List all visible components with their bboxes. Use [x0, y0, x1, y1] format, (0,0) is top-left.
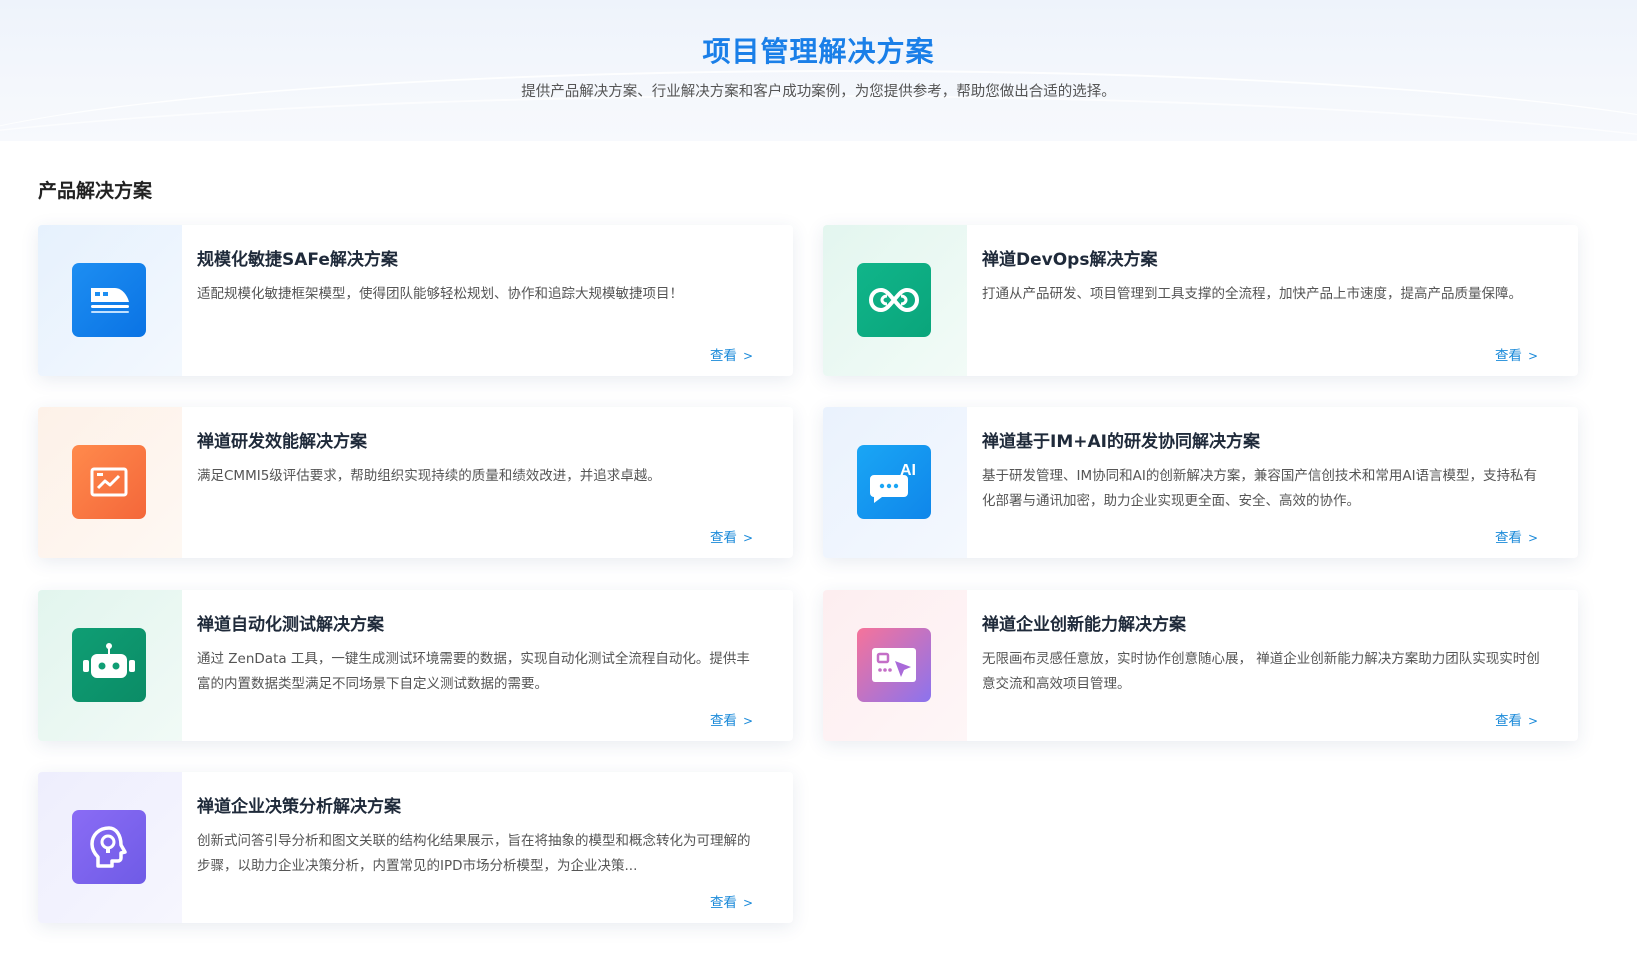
card-description: 无限画布灵感任意放，实时协作创意随心展， 禅道企业创新能力解决方案助力团队实现实… [982, 651, 1540, 692]
card-title: 禅道企业创新能力解决方案 [982, 615, 1186, 635]
card-description: 通过 ZenData 工具，一键生成测试环境需要的数据，实现自动化测试全流程自动… [197, 651, 750, 692]
chevron-right-icon: > [742, 896, 753, 910]
view-more-link[interactable]: 查看 > [1495, 526, 1538, 546]
view-more-link[interactable]: 查看 > [1495, 344, 1538, 364]
hero-banner: 项目管理解决方案 提供产品解决方案、行业解决方案和客户成功案例，为您提供参考，帮… [0, 0, 1637, 141]
card-title: 禅道基于IM+AI的研发协同解决方案 [982, 432, 1260, 452]
card-description: 创新式问答引导分析和图文关联的结构化结果展示，旨在将抽象的模型和概念转化为可理解… [197, 833, 751, 874]
view-more-link[interactable]: 查看 > [710, 891, 753, 911]
solution-card-decision[interactable]: 禅道企业决策分析解决方案 创新式问答引导分析和图文关联的结构化结果展示，旨在将抽… [38, 772, 793, 923]
page-subtitle: 提供产品解决方案、行业解决方案和客户成功案例，为您提供参考，帮助您做出合适的选择… [521, 84, 1116, 100]
solution-card-efficiency[interactable]: 禅道研发效能解决方案 满足CMMI5级评估要求，帮助组织实现持续的质量和绩效改进… [38, 407, 793, 558]
view-more-label: 查看 [709, 530, 737, 546]
solution-card-safe[interactable]: 规模化敏捷SAFe解决方案 适配规模化敏捷框架模型，使得团队能够轻松规划、协作和… [38, 225, 793, 376]
section-title: 产品解决方案 [38, 180, 153, 202]
card-description: 基于研发管理、IM协同和AI的创新解决方案，兼容国产信创技术和常用AI语言模型，… [982, 468, 1538, 509]
page-title: 项目管理解决方案 [702, 35, 935, 68]
view-more-link[interactable]: 查看 > [1495, 709, 1538, 729]
view-more-label: 查看 [1494, 713, 1522, 729]
chevron-right-icon: > [742, 349, 753, 363]
card-title: 禅道研发效能解决方案 [197, 432, 367, 452]
card-description: 打通从产品研发、项目管理到工具支撑的全流程，加快产品上市速度，提高产品质量保障。 [982, 286, 1522, 302]
card-description: 适配规模化敏捷框架模型，使得团队能够轻松规划、协作和追踪大规模敏捷项目！ [197, 286, 683, 302]
card-title: 规模化敏捷SAFe解决方案 [197, 250, 398, 270]
canvas-icon [857, 628, 931, 702]
view-more-link[interactable]: 查看 > [710, 344, 753, 364]
chevron-right-icon: > [1527, 714, 1538, 728]
train-icon [72, 263, 146, 337]
chevron-right-icon: > [1527, 531, 1538, 545]
view-more-label: 查看 [709, 713, 737, 729]
view-more-label: 查看 [1494, 348, 1522, 364]
chart-icon [72, 445, 146, 519]
solution-card-innovation[interactable]: 禅道企业创新能力解决方案 无限画布灵感任意放，实时协作创意随心展， 禅道企业创新… [823, 590, 1578, 741]
card-description: 满足CMMI5级评估要求，帮助组织实现持续的质量和绩效改进，并追求卓越。 [197, 468, 661, 484]
solution-card-im-ai[interactable]: AI 禅道基于IM+AI的研发协同解决方案 基于研发管理、IM协同和AI的创新解… [823, 407, 1578, 558]
solution-card-devops[interactable]: 禅道DevOps解决方案 打通从产品研发、项目管理到工具支撑的全流程，加快产品上… [823, 225, 1578, 376]
head-bulb-icon [72, 810, 146, 884]
card-title: 禅道自动化测试解决方案 [197, 615, 384, 635]
view-more-link[interactable]: 查看 > [710, 526, 753, 546]
solution-card-autotest[interactable]: 禅道自动化测试解决方案 通过 ZenData 工具，一键生成测试环境需要的数据，… [38, 590, 793, 741]
card-title: 禅道企业决策分析解决方案 [197, 797, 401, 817]
view-more-link[interactable]: 查看 > [710, 709, 753, 729]
view-more-label: 查看 [709, 348, 737, 364]
robot-icon [72, 628, 146, 702]
infinity-icon [857, 263, 931, 337]
chevron-right-icon: > [1527, 349, 1538, 363]
view-more-label: 查看 [1494, 530, 1522, 546]
svg-text:AI: AI [900, 462, 916, 479]
view-more-label: 查看 [709, 895, 737, 911]
card-title: 禅道DevOps解决方案 [982, 250, 1158, 270]
chevron-right-icon: > [742, 531, 753, 545]
chevron-right-icon: > [742, 714, 753, 728]
ai-chat-icon: AI [857, 445, 931, 519]
